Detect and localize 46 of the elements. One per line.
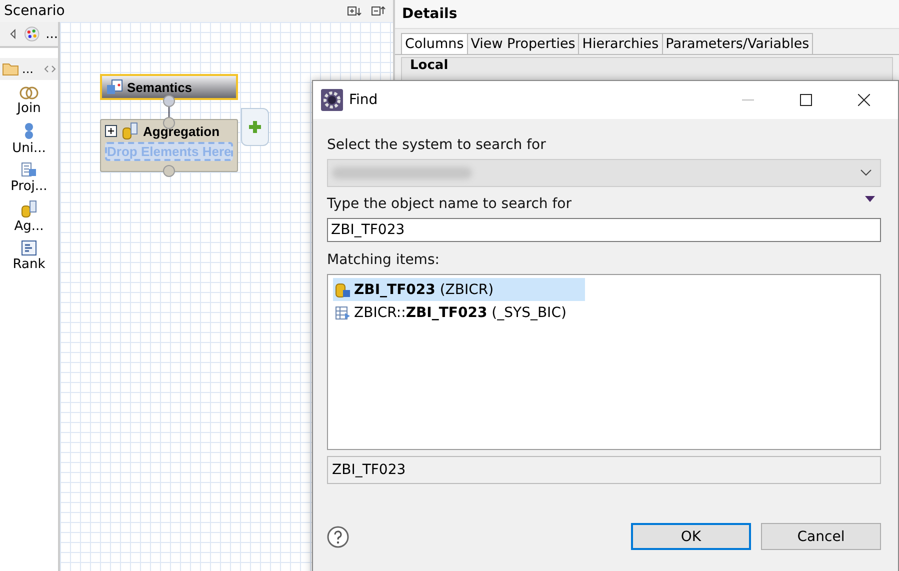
tab[interactable]: Columns: [401, 33, 468, 54]
cylinder-icon: [121, 122, 139, 140]
cylinder-icon: [335, 282, 351, 298]
toolbar-label: ...: [46, 26, 58, 42]
expand-all-icon[interactable]: [347, 5, 363, 17]
back-arrow-icon[interactable]: [8, 28, 18, 40]
panel-title: Scenario: [4, 3, 66, 19]
palette-item[interactable]: Join: [0, 86, 58, 116]
gear-icon: [321, 89, 343, 111]
palette-item[interactable]: Rank: [0, 240, 58, 272]
result-item[interactable]: ZBI_TF023 (ZBICR): [333, 278, 585, 301]
palette-icon[interactable]: [24, 26, 40, 42]
chevron-down-icon: [860, 169, 872, 177]
semantics-node[interactable]: Semantics: [100, 74, 238, 100]
table-icon: [335, 304, 351, 320]
cylinder-icon: [20, 200, 38, 218]
plus-icon: [248, 120, 262, 134]
dropdown-arrow-icon[interactable]: [865, 196, 875, 202]
help-icon[interactable]: [327, 526, 349, 548]
list-icon: [21, 240, 37, 256]
tab[interactable]: View Properties: [468, 33, 580, 54]
aggregation-node[interactable]: Aggregation Drop Elements Here: [100, 119, 238, 172]
collapse-all-icon[interactable]: [371, 5, 387, 17]
dialog-title: Find: [349, 92, 379, 108]
close-icon[interactable]: [858, 94, 870, 106]
palette-item[interactable]: Ag...: [0, 200, 58, 234]
expand-icon[interactable]: [105, 125, 117, 137]
add-button[interactable]: [241, 108, 269, 146]
palette-item[interactable]: Proj...: [0, 162, 58, 194]
section-title: Local: [410, 58, 448, 73]
semantics-icon: [106, 79, 124, 95]
rings-icon: [18, 86, 40, 100]
dialog-button[interactable]: Cancel: [761, 523, 881, 550]
tab[interactable]: Hierarchies: [579, 33, 663, 54]
maximize-icon[interactable]: [800, 94, 812, 106]
dialog-button[interactable]: OK: [631, 523, 751, 550]
panel-title: Details: [402, 6, 458, 22]
tab[interactable]: Parameters/Variables: [662, 33, 814, 54]
circles-icon: [23, 122, 35, 140]
document-icon: [21, 162, 37, 178]
folder-label: ...: [22, 62, 34, 76]
results-list[interactable]: ZBI_TF023 (ZBICR) ZBICR::ZBI_TF023 (_SYS_BIC): [327, 274, 881, 450]
swap-icon[interactable]: [44, 64, 56, 74]
status-field: ZBI_TF023: [327, 456, 881, 484]
search-field[interactable]: ZBI_TF023: [327, 218, 881, 242]
palette-item[interactable]: Uni...: [0, 122, 58, 156]
